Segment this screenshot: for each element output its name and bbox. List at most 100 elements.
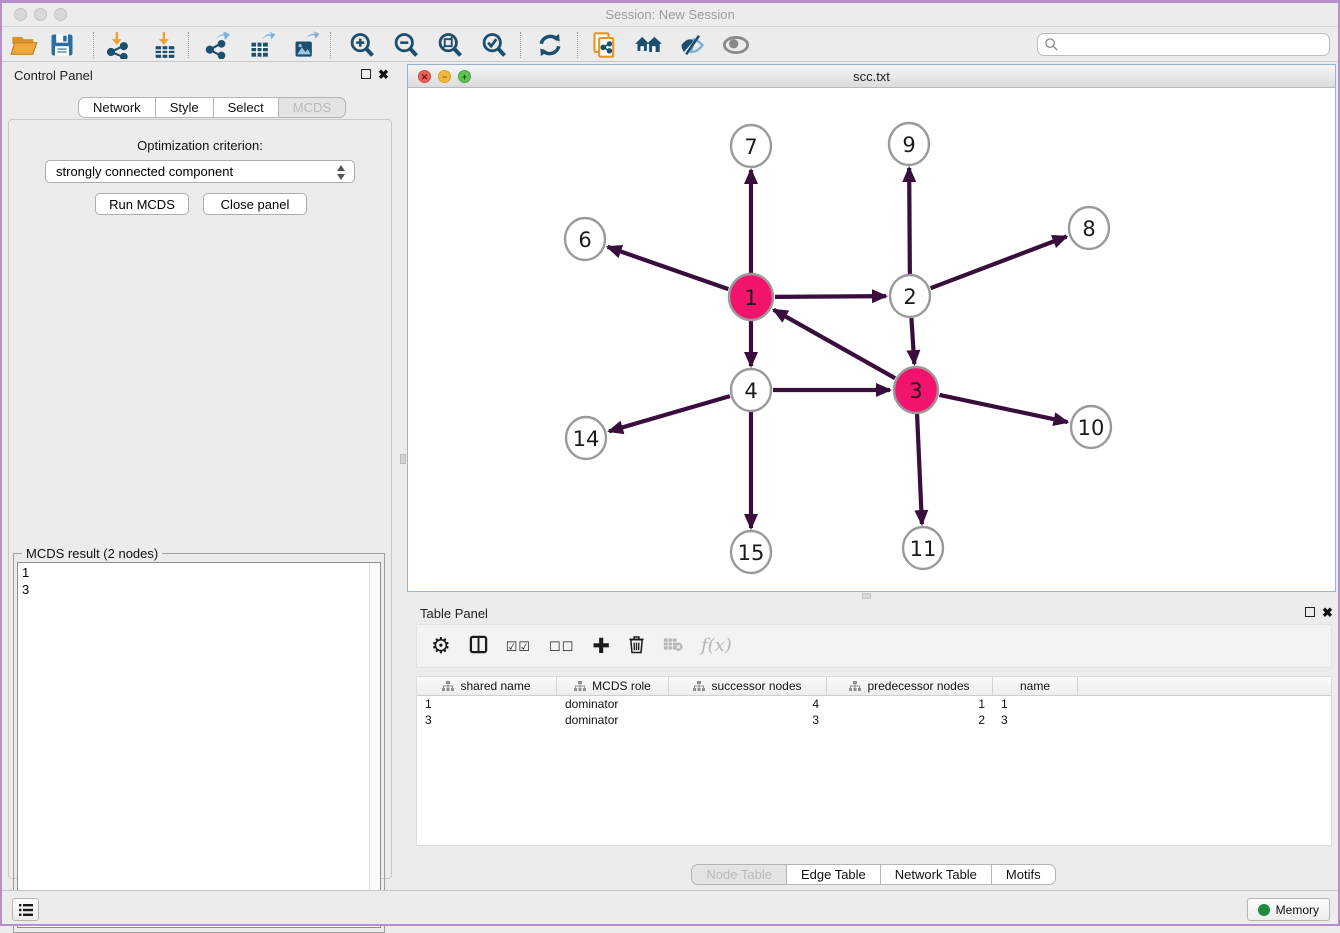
import-network-icon bbox=[104, 31, 132, 59]
toolbar-separator bbox=[188, 32, 189, 58]
open-session-icon bbox=[10, 31, 38, 59]
criterion-select[interactable]: strongly connected component bbox=[45, 160, 355, 183]
network-graph[interactable]: 7968124314101511 bbox=[408, 88, 1335, 592]
hierarchy-icon bbox=[574, 681, 586, 692]
mcds-panel: Optimization criterion: strongly connect… bbox=[8, 119, 392, 879]
tab-network-table[interactable]: Network Table bbox=[881, 864, 992, 885]
export-table-button[interactable] bbox=[248, 31, 276, 59]
show-panel-button[interactable] bbox=[722, 31, 750, 59]
graph-node-label: 10 bbox=[1078, 416, 1105, 440]
edge-1-2[interactable] bbox=[775, 296, 886, 297]
function-icon[interactable]: f(x) bbox=[701, 637, 732, 655]
control-panel-title: Control Panel bbox=[14, 68, 93, 83]
graph-node-label: 3 bbox=[909, 379, 922, 403]
edge-3-10[interactable] bbox=[939, 395, 1067, 422]
edge-2-3[interactable] bbox=[911, 318, 914, 364]
export-network-button[interactable] bbox=[204, 31, 232, 59]
deselect-all-icon[interactable]: ☐☐ bbox=[549, 640, 574, 653]
column-header-predecessor-nodes[interactable]: predecessor nodes bbox=[827, 677, 993, 695]
zoom-out-icon bbox=[392, 31, 420, 59]
horizontal-splitter[interactable] bbox=[407, 592, 1340, 600]
splitter-grip[interactable] bbox=[400, 454, 406, 464]
table-header-row: shared nameMCDS rolesuccessor nodesprede… bbox=[417, 677, 1331, 696]
search-input[interactable] bbox=[1037, 33, 1330, 56]
delete-table-icon[interactable] bbox=[663, 636, 683, 656]
tab-edge-table[interactable]: Edge Table bbox=[787, 864, 881, 885]
home-button[interactable] bbox=[634, 31, 662, 59]
column-header-successor-nodes[interactable]: successor nodes bbox=[669, 677, 827, 695]
network-window-titlebar[interactable]: ✕ − + scc.txt bbox=[408, 65, 1335, 88]
control-panel-header: Control Panel ✖ bbox=[0, 62, 400, 88]
table-row[interactable]: 3dominator323 bbox=[417, 712, 1331, 728]
save-session-button[interactable] bbox=[48, 31, 76, 59]
task-history-button[interactable] bbox=[12, 898, 39, 921]
edge-2-8[interactable] bbox=[931, 237, 1067, 289]
export-image-button[interactable] bbox=[292, 31, 320, 59]
mcds-result-title: MCDS result (2 nodes) bbox=[22, 546, 162, 561]
tab-mcds[interactable]: MCDS bbox=[279, 97, 346, 118]
node-table[interactable]: shared nameMCDS rolesuccessor nodesprede… bbox=[416, 676, 1332, 846]
edge-1-6[interactable] bbox=[608, 247, 729, 289]
table-row[interactable]: 1dominator411 bbox=[417, 696, 1331, 712]
close-panel-icon[interactable]: ✖ bbox=[1322, 605, 1333, 621]
memory-button[interactable]: Memory bbox=[1247, 898, 1330, 921]
open-network-file-button[interactable] bbox=[591, 31, 619, 59]
float-panel-icon[interactable] bbox=[1305, 607, 1315, 617]
open-session-button[interactable] bbox=[10, 31, 38, 59]
refresh-layout-button[interactable] bbox=[536, 31, 564, 59]
tab-node-table[interactable]: Node Table bbox=[691, 864, 787, 885]
control-panel: Control Panel ✖ Network Style Select MCD… bbox=[0, 62, 400, 884]
edge-3-1[interactable] bbox=[774, 310, 895, 378]
edge-3-11[interactable] bbox=[917, 414, 922, 524]
mcds-result-scrollbar[interactable] bbox=[369, 563, 380, 927]
toolbar-separator bbox=[577, 32, 578, 58]
network-canvas[interactable]: 7968124314101511 bbox=[408, 88, 1335, 591]
gear-icon[interactable]: ⚙ bbox=[431, 635, 451, 657]
tab-style[interactable]: Style bbox=[156, 97, 214, 118]
column-icon[interactable] bbox=[469, 635, 488, 658]
zoom-out-button[interactable] bbox=[392, 31, 420, 59]
window-title: Session: New Session bbox=[0, 7, 1340, 22]
cell-predecessor_nodes: 1 bbox=[827, 696, 993, 712]
mcds-result-text[interactable]: 1 3 bbox=[17, 562, 381, 928]
import-table-icon bbox=[151, 31, 179, 59]
import-network-button[interactable] bbox=[104, 31, 132, 59]
select-all-icon[interactable]: ☑☑ bbox=[506, 640, 531, 653]
add-icon[interactable]: ✚ bbox=[592, 636, 610, 657]
float-panel-icon[interactable] bbox=[361, 69, 371, 79]
graph-node-label: 2 bbox=[903, 285, 916, 309]
cell-successor_nodes: 4 bbox=[669, 696, 827, 712]
column-header-shared-name[interactable]: shared name bbox=[417, 677, 557, 695]
network-window-title: scc.txt bbox=[408, 69, 1335, 84]
table-panel-title: Table Panel bbox=[420, 606, 488, 621]
close-panel-button[interactable]: Close panel bbox=[203, 193, 307, 215]
tab-select[interactable]: Select bbox=[214, 97, 279, 118]
home-icon bbox=[634, 31, 662, 59]
toolbar-separator bbox=[93, 32, 94, 58]
tab-motifs[interactable]: Motifs bbox=[992, 864, 1056, 885]
table-panel-header: Table Panel ✖ bbox=[407, 600, 1340, 626]
edge-4-14[interactable] bbox=[609, 396, 730, 431]
close-panel-icon[interactable]: ✖ bbox=[378, 67, 389, 83]
chevron-up-down-icon bbox=[337, 165, 346, 180]
graph-node-label: 15 bbox=[738, 541, 765, 565]
table-body: 1dominator4113dominator323 bbox=[417, 696, 1331, 728]
delete-icon[interactable] bbox=[628, 635, 645, 658]
vertical-splitter[interactable] bbox=[400, 62, 407, 884]
mcds-result-box: MCDS result (2 nodes) 1 3 bbox=[13, 553, 385, 933]
edge-2-9[interactable] bbox=[909, 168, 910, 274]
refresh-layout-icon bbox=[536, 31, 564, 59]
zoom-selected-button[interactable] bbox=[480, 31, 508, 59]
splitter-grip[interactable] bbox=[862, 593, 871, 599]
zoom-in-button[interactable] bbox=[348, 31, 376, 59]
toolbar-separator bbox=[330, 32, 331, 58]
zoom-fit-button[interactable] bbox=[436, 31, 464, 59]
run-mcds-button[interactable]: Run MCDS bbox=[95, 193, 189, 215]
column-header-MCDS-role[interactable]: MCDS role bbox=[557, 677, 669, 695]
hide-panel-button[interactable] bbox=[678, 31, 706, 59]
tab-network[interactable]: Network bbox=[78, 97, 156, 118]
import-table-button[interactable] bbox=[151, 31, 179, 59]
list-icon bbox=[18, 903, 34, 917]
column-header-name[interactable]: name bbox=[993, 677, 1078, 695]
zoom-selected-icon bbox=[480, 31, 508, 59]
